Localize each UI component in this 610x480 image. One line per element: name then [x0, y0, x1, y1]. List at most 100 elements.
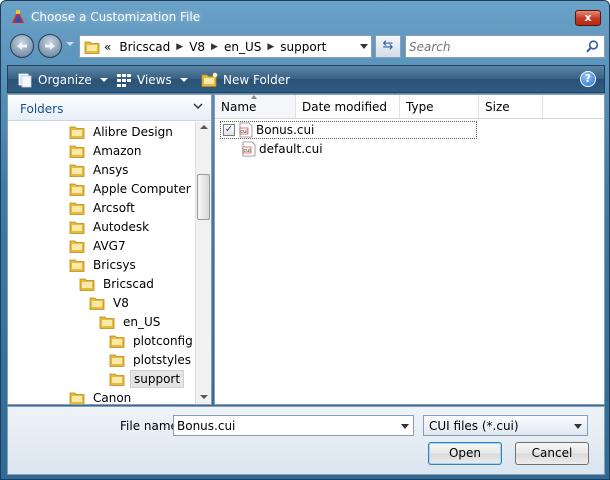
- breadcrumb-separator-icon[interactable]: ▶: [174, 42, 185, 52]
- folder-tree-label: Amazon: [93, 143, 142, 158]
- window-title: Choose a Customization File: [31, 10, 201, 24]
- column-header-name[interactable]: Name: [215, 95, 296, 118]
- svg-text:cui: cui: [240, 129, 247, 135]
- folder-tree-label: V8: [113, 295, 129, 310]
- column-name-label: Name: [221, 100, 257, 114]
- breadcrumb-separator-icon[interactable]: ▶: [209, 42, 220, 52]
- file-list-pane: Name Date modified Type Size ✓ cui Bonus…: [214, 94, 605, 405]
- search-box[interactable]: [405, 35, 605, 58]
- forward-button[interactable]: [38, 34, 62, 58]
- folder-tree-label: Apple Computer: [93, 181, 191, 196]
- folder-tree-item[interactable]: en_US: [99, 312, 163, 331]
- recent-pages-dropdown[interactable]: [66, 42, 74, 46]
- column-header-date-modified[interactable]: Date modified: [296, 95, 400, 118]
- column-size-label: Size: [485, 100, 510, 114]
- open-button[interactable]: Open: [428, 442, 502, 465]
- file-name: Bonus.cui: [256, 123, 315, 137]
- folder-icon: [69, 221, 85, 234]
- address-dropdown-icon[interactable]: [360, 44, 368, 49]
- folder-tree-label: Bricscad: [103, 276, 154, 291]
- breadcrumb-v8[interactable]: V8: [185, 37, 209, 57]
- folders-pane: Folders Alibre Design Amazon Ansys Apple Co…: [7, 94, 212, 405]
- breadcrumb-bricscad[interactable]: Bricscad: [115, 37, 174, 57]
- views-menu-button[interactable]: Views: [116, 71, 188, 89]
- folder-tree-item[interactable]: Bricsys: [69, 255, 139, 274]
- folder-tree-item[interactable]: Amazon: [69, 141, 145, 160]
- folder-icon: [109, 335, 125, 348]
- back-button[interactable]: [10, 34, 34, 58]
- column-type-label: Type: [406, 100, 434, 114]
- chevron-down-icon[interactable]: [401, 424, 409, 429]
- dialog-footer: File name: CUI files (*.cui) Open Cancel: [7, 406, 605, 475]
- folder-tree: Alibre Design Amazon Ansys Apple Computer Ar…: [8, 122, 193, 404]
- column-header-type[interactable]: Type: [400, 95, 479, 118]
- folder-icon: [99, 316, 115, 329]
- forward-arrow-icon: [45, 42, 55, 50]
- scroll-down-icon[interactable]: [200, 395, 208, 399]
- folder-tree-label: plotconfig: [133, 333, 193, 348]
- title-bar[interactable]: Choose a Customization File x: [1, 1, 609, 33]
- file-row[interactable]: cui default.cui: [220, 140, 323, 158]
- folder-tree-item[interactable]: plotstyles: [109, 350, 193, 369]
- scrollbar-thumb[interactable]: [197, 174, 210, 220]
- new-folder-icon: [201, 72, 218, 87]
- navigation-bar: « Bricscad ▶ V8 ▶ en_US ▶ support ⇆: [7, 32, 605, 60]
- cui-file-icon: cui: [239, 122, 253, 138]
- folder-icon: [69, 259, 85, 272]
- file-row[interactable]: ✓ cui Bonus.cui: [220, 121, 477, 139]
- organize-icon: [18, 73, 32, 88]
- folder-tree-item[interactable]: Alibre Design: [69, 122, 176, 141]
- folder-tree-item[interactable]: AVG7: [69, 236, 129, 255]
- help-icon[interactable]: ?: [580, 71, 596, 87]
- search-input[interactable]: [409, 38, 579, 55]
- chevron-down-icon[interactable]: [193, 101, 203, 111]
- search-icon[interactable]: [586, 40, 599, 53]
- file-name-input[interactable]: [177, 418, 392, 434]
- address-bar[interactable]: « Bricscad ▶ V8 ▶ en_US ▶ support: [79, 35, 372, 58]
- folder-tree-label: plotstyles: [133, 352, 192, 367]
- folder-icon: [69, 126, 85, 139]
- cui-file-icon: cui: [242, 141, 256, 157]
- folder-icon: [69, 145, 85, 158]
- new-folder-label: New Folder: [223, 73, 291, 87]
- checkbox[interactable]: ✓: [223, 124, 235, 136]
- breadcrumb-support[interactable]: support: [276, 37, 330, 57]
- folder-icon: [109, 354, 125, 367]
- folder-icon: [109, 373, 125, 386]
- folder-tree-item[interactable]: Autodesk: [69, 217, 152, 236]
- new-folder-button[interactable]: New Folder: [201, 71, 290, 89]
- breadcrumb-en-us[interactable]: en_US: [220, 37, 265, 57]
- chevron-down-icon: [574, 424, 582, 429]
- folder-tree-item[interactable]: Arcsoft: [69, 198, 138, 217]
- folder-tree-label: Bricsys: [93, 257, 136, 272]
- folder-tree-label: Canon: [93, 390, 132, 405]
- folder-tree-item[interactable]: Bricscad: [79, 274, 157, 293]
- cancel-button-label: Cancel: [531, 446, 573, 460]
- folders-scrollbar[interactable]: [195, 122, 211, 404]
- refresh-button[interactable]: ⇆: [375, 35, 401, 58]
- folder-icon: [69, 202, 85, 215]
- folder-tree-label: Arcsoft: [93, 200, 135, 215]
- close-button[interactable]: x: [575, 10, 601, 26]
- scroll-up-icon[interactable]: [200, 125, 208, 129]
- folder-tree-item[interactable]: Ansys: [69, 160, 131, 179]
- folders-header[interactable]: Folders: [8, 95, 211, 121]
- folder-icon: [79, 278, 95, 291]
- folder-tree-item[interactable]: support: [109, 369, 185, 388]
- folder-tree-item[interactable]: Canon: [69, 388, 134, 404]
- refresh-icon: ⇆: [382, 38, 394, 53]
- folder-icon: [84, 41, 100, 54]
- views-icon: [117, 74, 131, 87]
- folder-tree-item[interactable]: Apple Computer: [69, 179, 193, 198]
- file-name-combobox[interactable]: [173, 415, 414, 436]
- file-name: default.cui: [259, 142, 323, 156]
- column-header-size[interactable]: Size: [479, 95, 543, 118]
- breadcrumb-separator-icon[interactable]: ▶: [265, 42, 276, 52]
- folder-tree-item[interactable]: V8: [89, 293, 132, 312]
- cancel-button[interactable]: Cancel: [515, 442, 589, 465]
- folder-tree-item[interactable]: plotconfig: [109, 331, 193, 350]
- organize-menu-button[interactable]: Organize: [17, 71, 108, 89]
- file-type-select[interactable]: CUI files (*.cui): [423, 415, 588, 436]
- folder-tree-label: AVG7: [93, 238, 126, 253]
- breadcrumb-overflow[interactable]: «: [100, 37, 115, 57]
